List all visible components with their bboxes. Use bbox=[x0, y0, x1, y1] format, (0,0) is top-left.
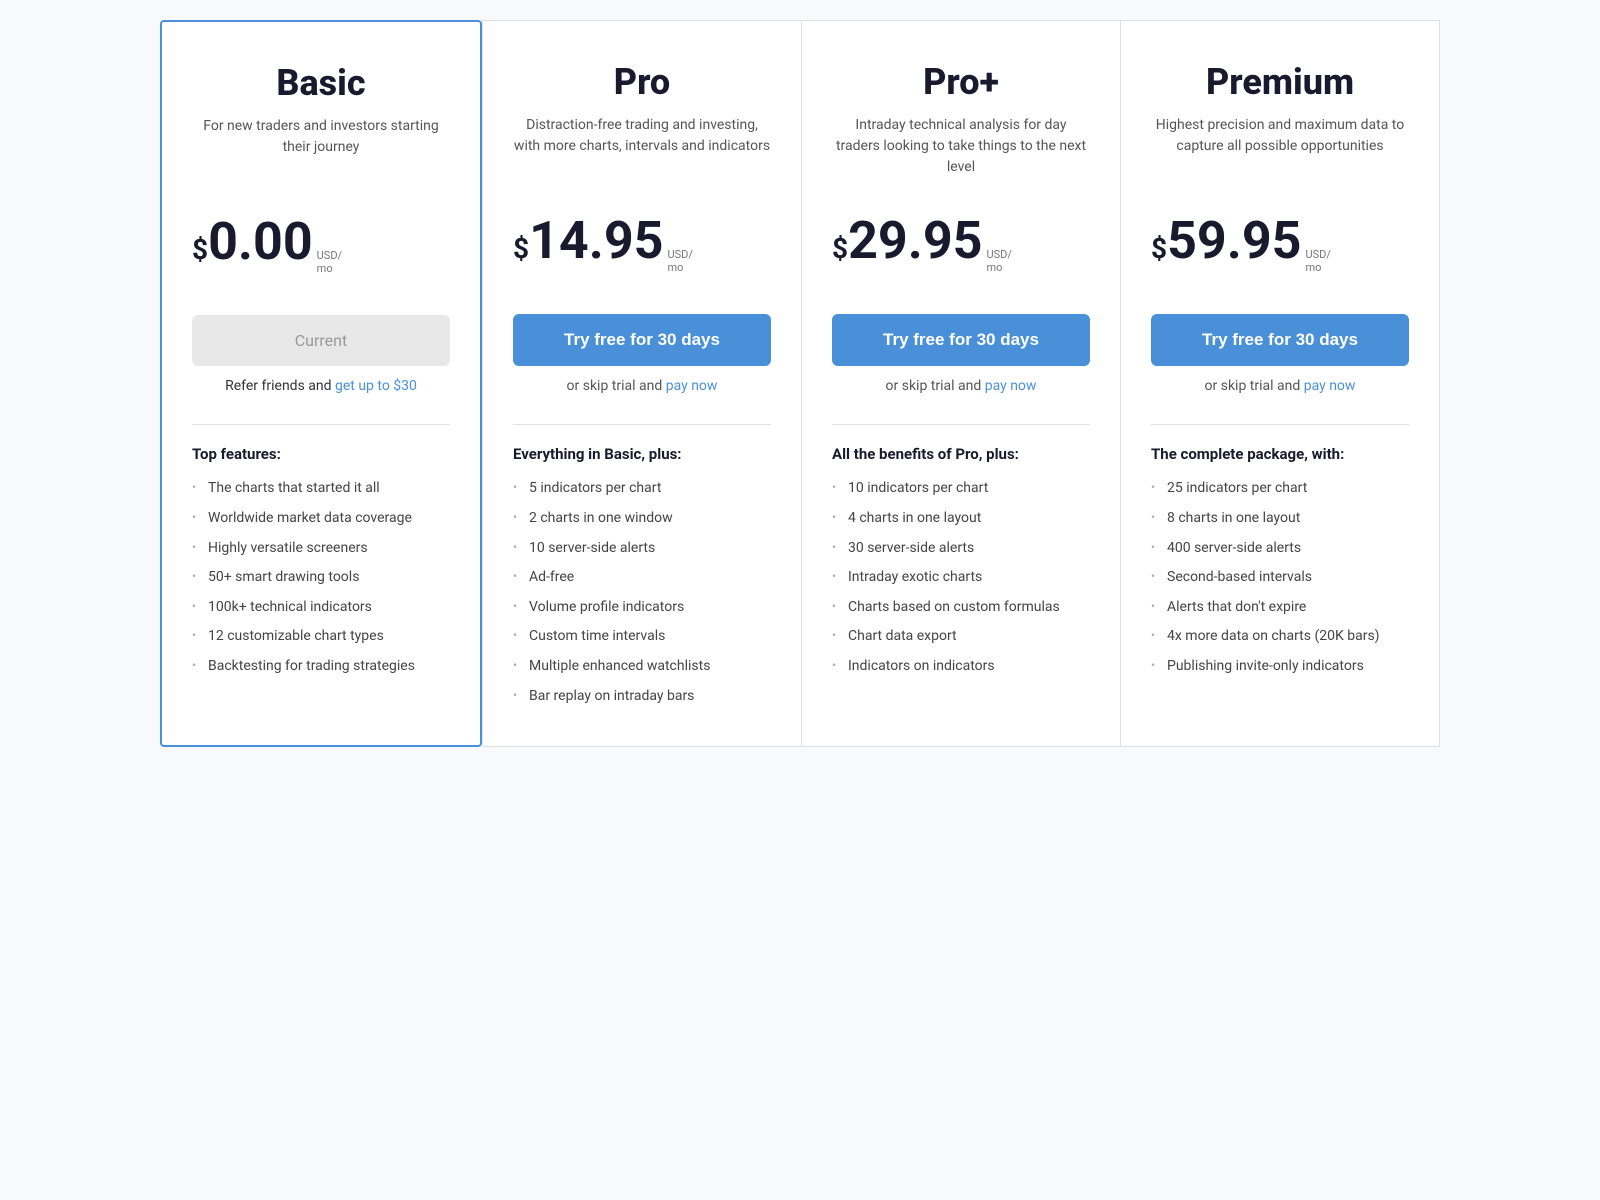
list-item: 5 indicators per chart bbox=[513, 479, 771, 499]
list-item: Second-based intervals bbox=[1151, 568, 1409, 588]
price-amount-premium: 59.95 bbox=[1167, 215, 1301, 267]
price-section-premium: $59.95USD/mo bbox=[1151, 215, 1331, 274]
price-symbol-pro-plus: $ bbox=[832, 235, 848, 263]
plan-card-pro-plus: Pro+ Intraday technical analysis for day … bbox=[801, 20, 1120, 747]
list-item: 50+ smart drawing tools bbox=[192, 568, 450, 588]
skip-trial-premium: or skip trial and pay now bbox=[1205, 378, 1356, 394]
plan-card-premium: Premium Highest precision and maximum dat… bbox=[1120, 20, 1440, 747]
price-row-pro-plus: $29.95USD/mo bbox=[832, 185, 1090, 294]
list-item: Highly versatile screeners bbox=[192, 539, 450, 559]
list-item: 12 customizable chart types bbox=[192, 627, 450, 647]
list-item: 100k+ technical indicators bbox=[192, 598, 450, 618]
list-item: Bar replay on intraday bars bbox=[513, 687, 771, 707]
list-item: 30 server-side alerts bbox=[832, 539, 1090, 559]
plan-description-basic: For new traders and investors starting t… bbox=[192, 116, 450, 186]
list-item: Volume profile indicators bbox=[513, 598, 771, 618]
list-item: The charts that started it all bbox=[192, 479, 450, 499]
trial-button-pro[interactable]: Try free for 30 days bbox=[513, 314, 771, 366]
plan-name-premium: Premium bbox=[1151, 61, 1409, 103]
list-item: 25 indicators per chart bbox=[1151, 479, 1409, 499]
plan-name-basic: Basic bbox=[192, 62, 450, 104]
list-item: 400 server-side alerts bbox=[1151, 539, 1409, 559]
features-heading-pro: Everything in Basic, plus: bbox=[513, 445, 771, 463]
price-amount-pro-plus: 29.95 bbox=[848, 215, 982, 267]
price-suffix-pro-plus: USD/mo bbox=[987, 248, 1012, 274]
list-item: Backtesting for trading strategies bbox=[192, 657, 450, 677]
price-suffix-pro: USD/mo bbox=[668, 248, 693, 274]
features-list-pro: 5 indicators per chart 2 charts in one wi… bbox=[513, 479, 771, 706]
cta-section-basic: Current Refer friends and get up to $30 bbox=[192, 315, 450, 394]
price-suffix-premium: USD/mo bbox=[1306, 248, 1331, 274]
pay-now-link[interactable]: pay now bbox=[1304, 378, 1356, 394]
list-item: Publishing invite-only indicators bbox=[1151, 657, 1409, 677]
price-amount-pro: 14.95 bbox=[529, 215, 663, 267]
list-item: Intraday exotic charts bbox=[832, 568, 1090, 588]
features-list-premium: 25 indicators per chart 8 charts in one l… bbox=[1151, 479, 1409, 676]
features-heading-pro-plus: All the benefits of Pro, plus: bbox=[832, 445, 1090, 463]
plan-card-pro: Pro Distraction-free trading and investin… bbox=[482, 20, 801, 747]
plan-description-pro: Distraction-free trading and investing, … bbox=[513, 115, 771, 185]
list-item: 2 charts in one window bbox=[513, 509, 771, 529]
price-symbol-basic: $ bbox=[192, 236, 208, 264]
list-item: Chart data export bbox=[832, 627, 1090, 647]
price-row-premium: $59.95USD/mo bbox=[1151, 185, 1409, 294]
price-row-pro: $14.95USD/mo bbox=[513, 185, 771, 294]
price-symbol-pro: $ bbox=[513, 235, 529, 263]
pricing-table: Basic For new traders and investors start… bbox=[160, 20, 1440, 747]
list-item: Indicators on indicators bbox=[832, 657, 1090, 677]
list-item: 4x more data on charts (20K bars) bbox=[1151, 627, 1409, 647]
price-section-basic: $0.00USD/mo bbox=[192, 216, 342, 275]
current-button-basic: Current bbox=[192, 315, 450, 366]
list-item: Worldwide market data coverage bbox=[192, 509, 450, 529]
refer-text-basic: Refer friends and get up to $30 bbox=[225, 378, 417, 394]
list-item: Custom time intervals bbox=[513, 627, 771, 647]
divider-premium bbox=[1151, 424, 1409, 425]
skip-trial-pro-plus: or skip trial and pay now bbox=[886, 378, 1037, 394]
price-symbol-premium: $ bbox=[1151, 235, 1167, 263]
divider-pro-plus bbox=[832, 424, 1090, 425]
list-item: Multiple enhanced watchlists bbox=[513, 657, 771, 677]
price-amount-basic: 0.00 bbox=[208, 216, 313, 268]
cta-section-pro: Try free for 30 days or skip trial and pa… bbox=[513, 314, 771, 394]
pay-now-link[interactable]: pay now bbox=[985, 378, 1037, 394]
price-section-pro: $14.95USD/mo bbox=[513, 215, 693, 274]
list-item: 10 indicators per chart bbox=[832, 479, 1090, 499]
plan-description-pro-plus: Intraday technical analysis for day trad… bbox=[832, 115, 1090, 185]
pay-now-link[interactable]: pay now bbox=[666, 378, 718, 394]
refer-link[interactable]: get up to $30 bbox=[335, 378, 417, 394]
plan-name-pro: Pro bbox=[513, 61, 771, 103]
list-item: 4 charts in one layout bbox=[832, 509, 1090, 529]
price-row-basic: $0.00USD/mo bbox=[192, 186, 450, 295]
list-item: Alerts that don't expire bbox=[1151, 598, 1409, 618]
plan-card-basic: Basic For new traders and investors start… bbox=[160, 20, 482, 747]
skip-trial-pro: or skip trial and pay now bbox=[567, 378, 718, 394]
divider-pro bbox=[513, 424, 771, 425]
list-item: 10 server-side alerts bbox=[513, 539, 771, 559]
list-item: Ad-free bbox=[513, 568, 771, 588]
cta-section-premium: Try free for 30 days or skip trial and pa… bbox=[1151, 314, 1409, 394]
list-item: Charts based on custom formulas bbox=[832, 598, 1090, 618]
features-list-basic: The charts that started it all Worldwide … bbox=[192, 479, 450, 676]
price-suffix-basic: USD/mo bbox=[317, 249, 342, 275]
features-list-pro-plus: 10 indicators per chart 4 charts in one l… bbox=[832, 479, 1090, 676]
features-heading-basic: Top features: bbox=[192, 445, 450, 463]
features-heading-premium: The complete package, with: bbox=[1151, 445, 1409, 463]
divider-basic bbox=[192, 424, 450, 425]
plan-description-premium: Highest precision and maximum data to ca… bbox=[1151, 115, 1409, 185]
list-item: 8 charts in one layout bbox=[1151, 509, 1409, 529]
trial-button-premium[interactable]: Try free for 30 days bbox=[1151, 314, 1409, 366]
plan-name-pro-plus: Pro+ bbox=[832, 61, 1090, 103]
cta-section-pro-plus: Try free for 30 days or skip trial and pa… bbox=[832, 314, 1090, 394]
trial-button-pro-plus[interactable]: Try free for 30 days bbox=[832, 314, 1090, 366]
price-section-pro-plus: $29.95USD/mo bbox=[832, 215, 1012, 274]
